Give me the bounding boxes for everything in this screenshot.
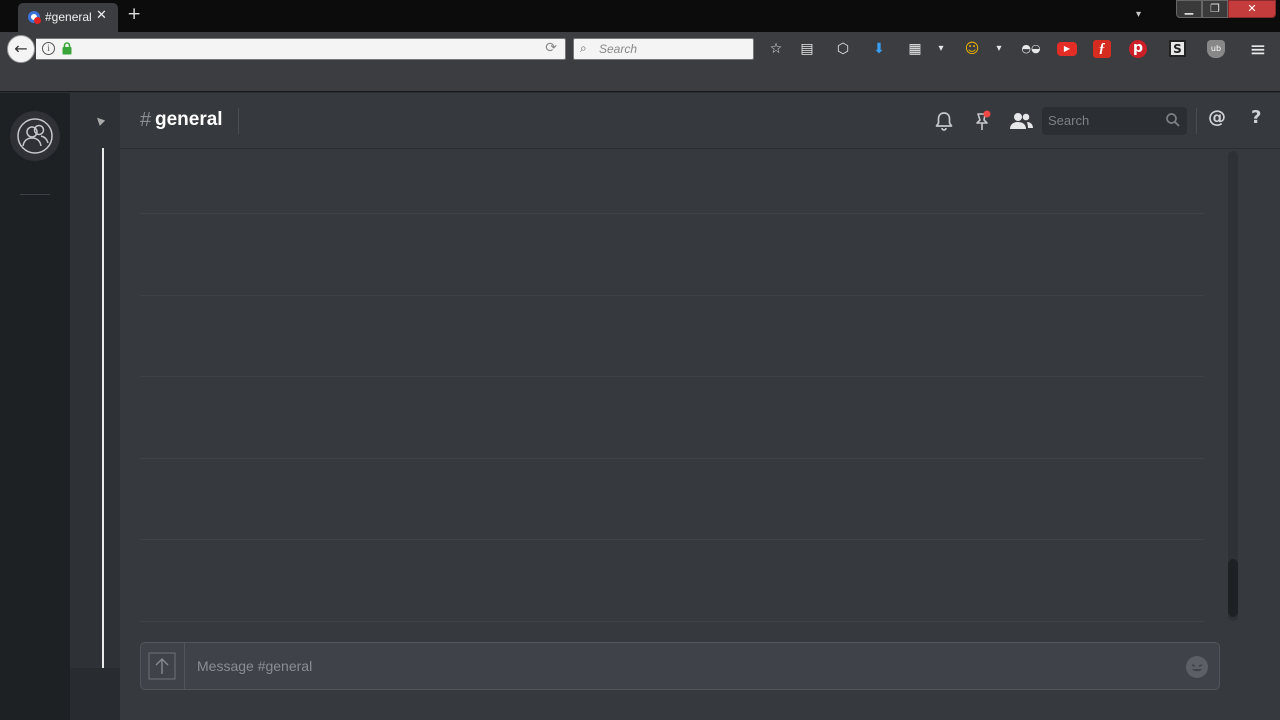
pinterest-icon[interactable]: p [1129,40,1147,58]
list-all-tabs-button[interactable]: ▾ [1136,9,1141,20]
browser-navigation-bar: i ⟳ ← ⌕ Search ☆ ▤ ⬡ ⬇ ▦ ▾ ☺ ▾ ◓◒ ▶ ƒ p … [0,32,1280,66]
message-input[interactable] [195,643,1155,689]
message-divider [140,213,1204,214]
emoji-picker-icon[interactable] [1186,656,1208,678]
reading-list-icon[interactable]: ▤ [797,39,817,59]
downloads-icon[interactable]: ⬇ [869,39,889,59]
emoji-face-icon [1191,664,1203,672]
server-list [0,93,70,720]
sidebar-footer [70,668,120,720]
member-list-icon[interactable] [1008,110,1034,132]
mentions-icon[interactable]: @ [1208,107,1226,128]
help-icon[interactable]: ? [1251,107,1261,128]
stylish-icon[interactable]: S [1169,40,1186,57]
browser-tab-strip: #general ✕ + ▾ ▁ ❐ ✕ [0,0,1280,32]
mask-extension-icon[interactable]: ◓◒ [1018,39,1044,59]
pocket-icon[interactable]: ⬡ [833,39,853,59]
url-bar[interactable]: i ⟳ [36,38,566,60]
browser-search-placeholder: Search [599,42,638,56]
friends-icon [17,118,53,154]
channel-sidebar: ▲ [70,93,120,720]
upload-icon [148,652,176,680]
message-search-field[interactable]: Search [1042,107,1187,135]
browser-tab[interactable]: #general ✕ [18,3,118,32]
server-list-separator [20,194,50,195]
upload-button[interactable] [141,643,185,689]
header-separator-right [1196,108,1197,134]
channel-header: # general Search @ ? [120,93,1280,149]
search-icon: ⌕ [580,41,587,55]
pinned-messages-icon[interactable] [971,110,993,132]
bookmark-star-icon[interactable]: ☆ [766,39,786,59]
extension-dropdown-icon[interactable]: ▾ [989,39,1009,59]
browser-search-field[interactable]: ⌕ Search [573,38,754,60]
message-list [140,149,1204,623]
tab-close-icon[interactable]: ✕ [96,8,107,23]
message-divider [140,295,1204,296]
search-icon [1166,113,1180,127]
site-info-icon[interactable]: i [42,42,55,55]
browser-menu-icon[interactable]: ≡ [1248,39,1268,59]
message-divider [140,376,1204,377]
sidebar-edge-line [102,148,104,668]
channel-name: general [155,109,223,130]
grid-icon[interactable]: ▦ [905,39,925,59]
ublock-icon[interactable]: ub [1207,40,1225,58]
youtube-icon[interactable]: ▶ [1057,42,1077,56]
scrollbar-thumb[interactable] [1228,559,1238,617]
collapse-caret-icon[interactable]: ▲ [93,114,106,127]
window-maximize-button[interactable]: ❐ [1202,0,1228,18]
header-separator [238,108,239,134]
reload-icon[interactable]: ⟳ [545,40,557,56]
message-composer [140,642,1220,690]
chat-area: # general Search @ ? [120,93,1280,720]
flash-icon[interactable]: ƒ [1093,40,1111,58]
channel-hash-icon: # [140,109,152,131]
window-close-button[interactable]: ✕ [1228,0,1276,18]
new-tab-button[interactable]: + [127,4,141,24]
back-button[interactable]: ← [7,35,35,63]
message-divider [140,458,1204,459]
discord-favicon-icon [28,11,41,24]
friends-home-button[interactable] [10,111,60,161]
message-scrollbar[interactable] [1228,151,1238,621]
extension-face-icon[interactable]: ☺ [962,39,982,59]
grid-dropdown-icon[interactable]: ▾ [931,39,951,59]
notification-bell-icon[interactable] [933,110,955,132]
tab-title: #general [45,10,92,24]
secure-lock-icon [62,42,72,55]
message-divider [140,621,1204,622]
message-divider [140,539,1204,540]
bookmarks-toolbar [0,66,1280,92]
message-search-placeholder: Search [1048,113,1090,128]
window-minimize-button[interactable]: ▁ [1176,0,1202,18]
